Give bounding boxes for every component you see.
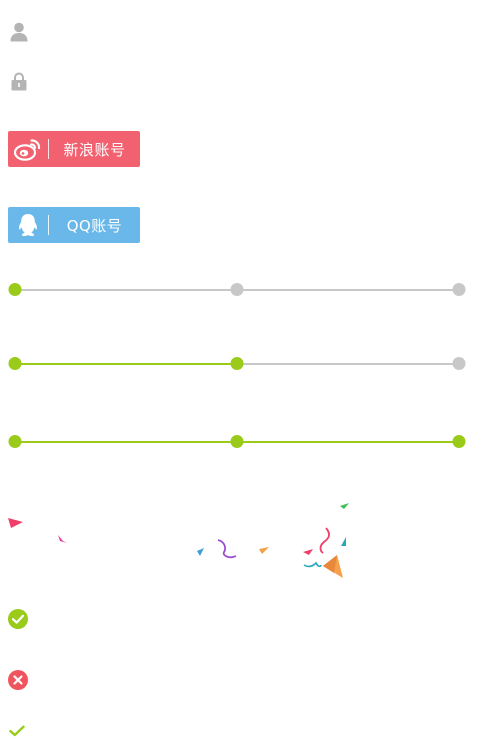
- checkmark-icon: [9, 722, 25, 741]
- check-circle-icon: [8, 609, 28, 633]
- progress-step-dot: [452, 283, 466, 296]
- lock-icon: [11, 72, 27, 91]
- qq-penguin-icon: [8, 207, 48, 243]
- confetti-decoration: [0, 495, 500, 590]
- progress-segment: [237, 363, 459, 365]
- progress-segment: [237, 289, 459, 291]
- qq-login-button[interactable]: QQ账号: [8, 207, 140, 243]
- weibo-button-label: 新浪账号: [63, 140, 126, 159]
- progress-step-dot: [230, 357, 244, 370]
- weibo-icon: [8, 131, 48, 167]
- progress-segment: [237, 441, 459, 443]
- progress-step-dot: [230, 283, 244, 296]
- progress-segment: [15, 289, 237, 291]
- progress-step-dot: [8, 357, 22, 370]
- progress-segment: [15, 441, 237, 443]
- qq-button-label: QQ账号: [66, 216, 123, 235]
- progress-step-dot: [452, 357, 466, 370]
- progress-segment: [15, 363, 237, 365]
- progress-step-dot: [8, 283, 22, 296]
- progress-step-dot: [230, 435, 244, 448]
- progress-step-dot: [8, 435, 22, 448]
- progress-stepper-1: [8, 283, 466, 297]
- weibo-login-button[interactable]: 新浪账号: [8, 131, 140, 167]
- user-icon: [10, 22, 28, 42]
- close-circle-icon: [8, 670, 28, 694]
- progress-stepper-3: [8, 435, 466, 449]
- progress-stepper-2: [8, 357, 466, 371]
- progress-step-dot: [452, 435, 466, 448]
